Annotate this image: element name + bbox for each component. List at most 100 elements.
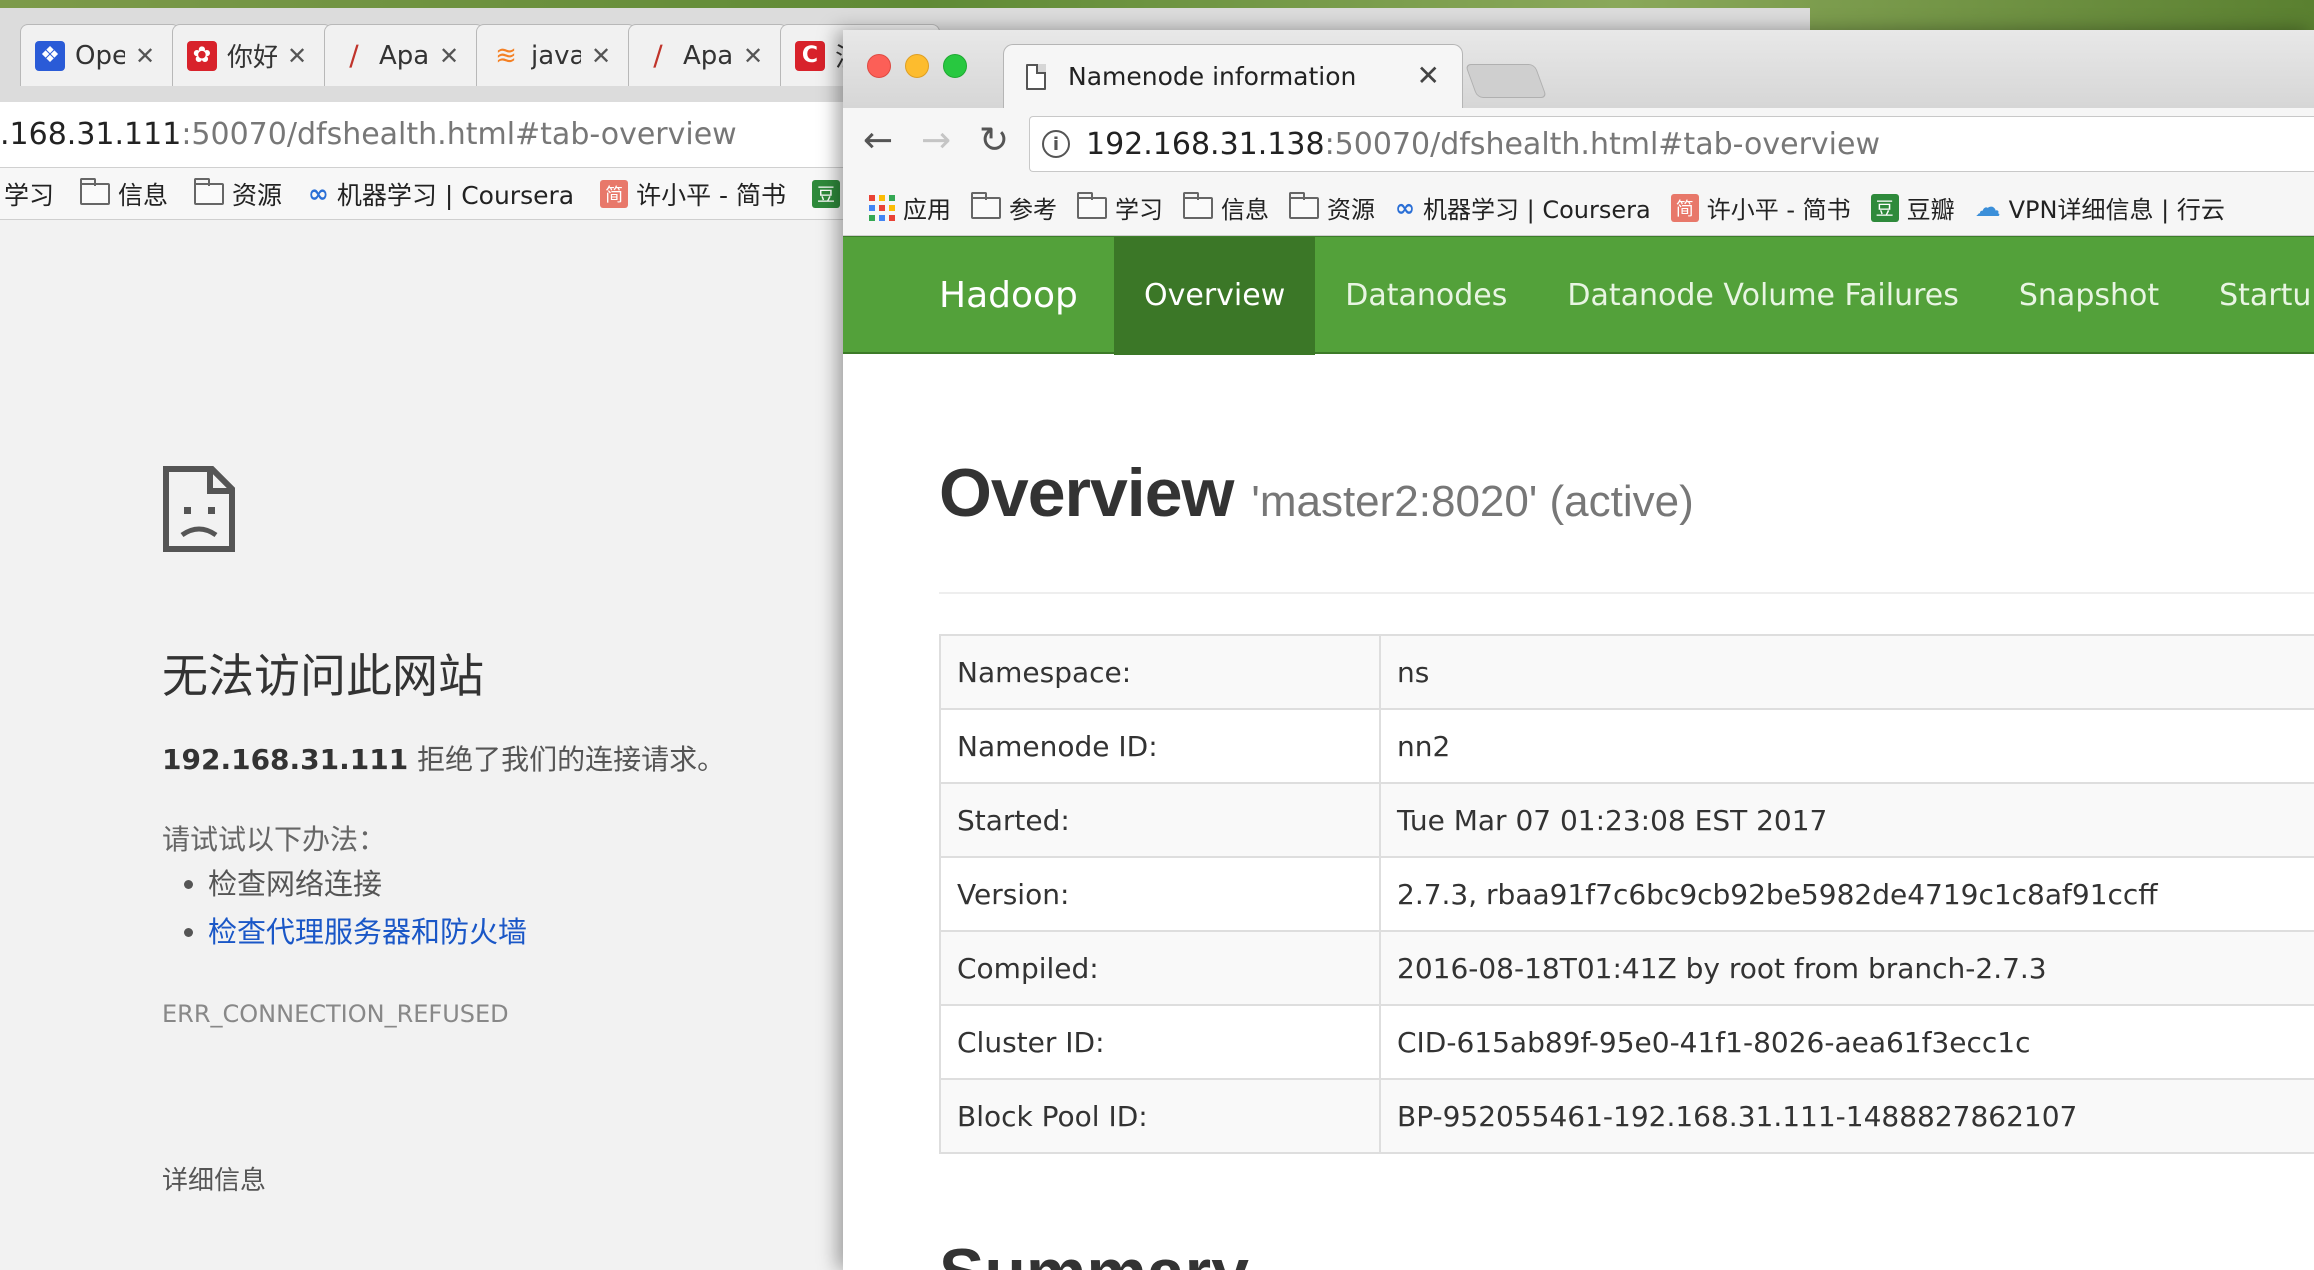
bookmark-label: 信息 <box>118 180 169 210</box>
jianshu-icon: 简 <box>1670 193 1699 222</box>
browser-tab[interactable]: ∕ Apa ✕ <box>324 24 484 86</box>
bookmark-apps[interactable]: 应用 <box>869 190 951 225</box>
bookmark-folder[interactable]: 资源 <box>1289 190 1375 225</box>
table-row: Compiled: 2016-08-18T01:41Z by root from … <box>939 930 2314 1006</box>
error-text: 拒绝了我们的连接请求。 <box>408 743 726 776</box>
suggestion-item: 检查网络连接 <box>183 864 527 912</box>
nav-volume-failures[interactable]: Datanode Volume Failures <box>1537 237 1988 355</box>
overview-heading: Overview <box>939 455 1234 531</box>
active-tab[interactable]: Namenode information ✕ <box>1003 44 1463 108</box>
hadoop-brand[interactable]: Hadoop <box>939 237 1078 355</box>
row-value: 2.7.3, rbaa91f7c6bc9cb92be5982de4719c1c8… <box>1379 856 2314 932</box>
browser-tab[interactable]: ≋ java ✕ <box>476 24 636 86</box>
bookmark-label: 资源 <box>232 180 283 210</box>
url-host: 192.168.31.138 <box>1086 126 1325 162</box>
bookmark-folder[interactable]: 学习 <box>1077 190 1163 225</box>
row-key: Block Pool ID: <box>939 1078 1381 1154</box>
table-row: Block Pool ID: BP-952055461-192.168.31.11… <box>939 1078 2314 1154</box>
reload-icon[interactable]: ↻ <box>979 120 1009 161</box>
bookmark-folder[interactable]: 参考 <box>971 190 1057 225</box>
tab-label: Apa <box>379 40 429 71</box>
apps-grid-icon <box>869 194 895 221</box>
details-button[interactable]: 详细信息 <box>162 1160 266 1197</box>
bookmark-label: 应用 <box>903 196 951 224</box>
info-icon[interactable]: i <box>1042 130 1070 158</box>
close-icon[interactable]: ✕ <box>135 42 155 70</box>
bookmark-label: 参考 <box>1009 196 1057 224</box>
nav-tabs: Overview Datanodes Datanode Volume Failu… <box>1114 237 2314 355</box>
cloud-icon: ☁ <box>1974 192 2001 223</box>
jianshu-icon: 简 <box>600 179 629 208</box>
error-host: 192.168.31.111 <box>162 743 409 776</box>
tab-label: 你好 <box>227 43 277 73</box>
hadoop-navbar: Hadoop Overview Datanodes Datanode Volum… <box>843 236 2314 355</box>
table-row: Namespace: ns <box>939 634 2314 710</box>
close-window-button[interactable] <box>867 54 891 78</box>
bookmark-label: VPN详细信息 | 行云 <box>2008 196 2225 224</box>
bookmark-folder[interactable]: 信息 <box>80 176 168 212</box>
row-value: CID-615ab89f-95e0-41f1-8026-aea61f3ecc1c <box>1379 1004 2314 1080</box>
url-path: :50070/dfshealth.html#tab-overview <box>181 117 737 152</box>
bookmark-item[interactable]: 豆 <box>812 179 840 208</box>
table-row: Namenode ID: nn2 <box>939 708 2314 784</box>
row-value: nn2 <box>1379 708 2314 784</box>
folder-icon <box>80 177 111 205</box>
browser-toolbar: ← → ↻ i 192.168.31.138:50070/dfshealth.h… <box>843 108 2314 180</box>
c-icon: C <box>795 40 825 71</box>
bookmark-folder[interactable]: 信息 <box>1183 190 1269 225</box>
bookmark-item[interactable]: ☁ VPN详细信息 | 行云 <box>1975 190 2225 225</box>
bookmark-item[interactable]: 简许小平 - 简书 <box>600 176 786 212</box>
browser-tab[interactable]: ✿ 你好 ✕ <box>172 24 332 86</box>
bookmark-item[interactable]: 学习 <box>4 176 54 212</box>
bookmark-item[interactable]: ∞ 机器学习 | Coursera <box>1395 190 1651 225</box>
new-tab-button[interactable] <box>1464 64 1548 98</box>
summary-heading: Summary <box>939 1234 1249 1270</box>
close-icon[interactable]: ✕ <box>743 42 763 70</box>
bookmark-item[interactable]: 简许小平 - 简书 <box>1670 190 1851 225</box>
nav-snapshot[interactable]: Snapshot <box>1989 237 2189 355</box>
overview-table: Namespace: ns Namenode ID: nn2 Started: Tue… <box>939 634 2314 1154</box>
bookmark-item[interactable]: ∞ 机器学习 | Coursera <box>308 176 574 212</box>
table-row: Started: Tue Mar 07 01:23:08 EST 2017 <box>939 782 2314 858</box>
nav-startup-progress[interactable]: Startup Prog <box>2189 237 2314 355</box>
row-key: Version: <box>939 856 1381 932</box>
front-browser-window: Namenode information ✕ ← → ↻ i 192.168.3… <box>843 30 2314 1270</box>
try-label: 请试试以下办法： <box>162 823 387 856</box>
address-bar[interactable]: i 192.168.31.138:50070/dfshealth.html#ta… <box>1029 116 2314 172</box>
bookmark-label: 信息 <box>1221 196 1269 224</box>
folder-icon <box>1077 191 1107 219</box>
close-icon[interactable]: ✕ <box>439 42 459 70</box>
forward-arrow-icon[interactable]: → <box>921 120 951 161</box>
divider <box>939 592 2314 594</box>
bookmarks-bar: 应用 参考 学习 信息 资源 ∞ 机器学习 | Coursera 简许小平 - 简… <box>843 180 2314 236</box>
row-value: 2016-08-18T01:41Z by root from branch-2.… <box>1379 930 2314 1006</box>
close-icon[interactable]: ✕ <box>287 42 307 70</box>
browser-tab[interactable]: ∕ Apa ✕ <box>628 24 788 86</box>
bookmark-label: 学习 <box>4 180 55 210</box>
stack-icon: ≋ <box>495 40 517 71</box>
table-row: Version: 2.7.3, rbaa91f7c6bc9cb92be5982de… <box>939 856 2314 932</box>
nav-overview[interactable]: Overview <box>1114 237 1316 355</box>
row-key: Namespace: <box>939 634 1381 710</box>
bookmark-folder[interactable]: 资源 <box>194 176 282 212</box>
folder-icon <box>194 177 225 205</box>
back-arrow-icon[interactable]: ← <box>863 120 893 161</box>
namenode-subheading: 'master2:8020' (active) <box>1251 477 1694 526</box>
row-value: ns <box>1379 634 2314 710</box>
bookmark-label: 豆瓣 <box>1906 196 1955 224</box>
browser-tab[interactable]: ❖ Ope ✕ <box>20 24 180 86</box>
douban-icon: 豆 <box>812 179 840 208</box>
minimize-window-button[interactable] <box>905 54 929 78</box>
tab-title: Namenode information <box>1068 62 1357 91</box>
folder-icon <box>971 191 1001 219</box>
feather-icon: ∕ <box>653 39 663 72</box>
zoom-window-button[interactable] <box>943 54 967 78</box>
proxy-firewall-link[interactable]: 检查代理服务器和防火墙 <box>183 912 527 960</box>
douban-icon: 豆 <box>1870 193 1899 222</box>
tab-label: java <box>531 40 581 71</box>
title-bar: Namenode information ✕ <box>843 30 2314 108</box>
close-icon[interactable]: ✕ <box>591 42 611 70</box>
bookmark-item[interactable]: 豆豆瓣 <box>1870 190 1955 225</box>
close-icon[interactable]: ✕ <box>1417 59 1440 92</box>
nav-datanodes[interactable]: Datanodes <box>1315 237 1537 355</box>
